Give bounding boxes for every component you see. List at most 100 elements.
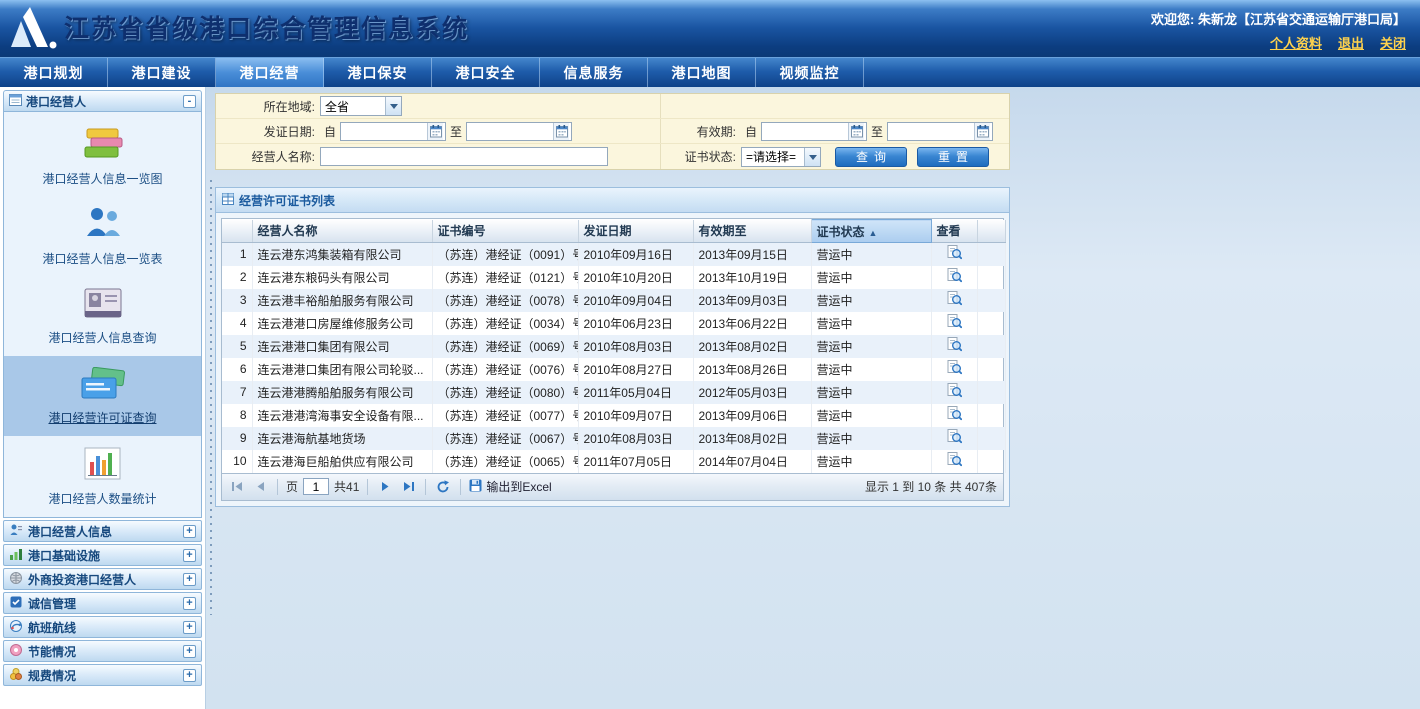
sidebar-splitter[interactable]	[206, 87, 215, 709]
cell-issue-date: 2010年08月03日	[578, 427, 693, 450]
cell-cert-no: （苏连）港经证（0067）号	[432, 427, 578, 450]
view-icon[interactable]	[947, 245, 962, 263]
cert-status-select[interactable]: =请选择=	[741, 147, 821, 167]
header-link[interactable]: 个人资料	[1270, 33, 1322, 52]
search-form: 所在地域: 全省 发证日期: 自	[215, 93, 1010, 170]
collapse-button[interactable]: -	[183, 95, 196, 108]
nav-tab[interactable]: 港口经营	[216, 58, 324, 87]
sidebar-item-license-query[interactable]: 港口经营许可证查询	[4, 356, 201, 436]
first-page-icon[interactable]	[228, 478, 246, 496]
expand-button[interactable]: +	[183, 525, 196, 538]
table-row[interactable]: 10 连云港海巨船舶供应有限公司 （苏连）港经证（0065）号 2011年07月…	[222, 450, 1005, 473]
cell-cert-no: （苏连）港经证（0076）号	[432, 358, 578, 381]
calendar-icon[interactable]	[974, 123, 990, 140]
table-row[interactable]: 3 连云港丰裕船舶服务有限公司 （苏连）港经证（0078）号 2010年09月0…	[222, 289, 1005, 312]
cell-valid-until: 2013年10月19日	[693, 266, 811, 289]
view-icon[interactable]	[947, 314, 962, 332]
operator-name-input[interactable]	[320, 147, 608, 166]
next-page-icon[interactable]	[376, 478, 394, 496]
expand-button[interactable]: +	[183, 549, 196, 562]
col-header-filler	[977, 220, 1005, 243]
calendar-icon[interactable]	[553, 123, 569, 140]
sidebar-item-operator-info-query[interactable]: 港口经营人信息查询	[4, 276, 201, 356]
col-header-issue-date[interactable]: 发证日期	[578, 220, 693, 243]
content-area: 港口经营人 - 港口经营人信息一览图	[0, 87, 1420, 709]
table-row[interactable]: 4 连云港港口房屋维修服务公司 （苏连）港经证（0034）号 2010年06月2…	[222, 312, 1005, 335]
view-icon[interactable]	[947, 360, 962, 378]
view-icon[interactable]	[947, 429, 962, 447]
view-icon[interactable]	[947, 268, 962, 286]
table-row[interactable]: 6 连云港港口集团有限公司轮驳... （苏连）港经证（0076）号 2010年0…	[222, 358, 1005, 381]
view-icon[interactable]	[947, 291, 962, 309]
last-page-icon[interactable]	[399, 478, 417, 496]
nav-tab[interactable]: 信息服务	[540, 58, 648, 87]
col-header-num[interactable]	[222, 220, 252, 243]
expand-button[interactable]: +	[183, 645, 196, 658]
table-row[interactable]: 7 连云港港腾船舶服务有限公司 （苏连）港经证（0080）号 2011年05月0…	[222, 381, 1005, 404]
header-link[interactable]: 关闭	[1380, 33, 1406, 52]
nav-tab[interactable]: 港口建设	[108, 58, 216, 87]
sidebar-panel-header-port-operator[interactable]: 港口经营人 -	[3, 90, 202, 112]
view-icon[interactable]	[947, 337, 962, 355]
cell-operator-name: 连云港港口集团有限公司轮驳...	[252, 358, 432, 381]
nav-tab[interactable]: 港口规划	[0, 58, 108, 87]
table-row[interactable]: 1 连云港东鸿集装箱有限公司 （苏连）港经证（0091）号 2010年09月16…	[222, 243, 1005, 266]
export-excel-button[interactable]: 输出到Excel	[469, 478, 551, 495]
sidebar-panel-foreign-investment[interactable]: 外商投资港口经营人 +	[3, 568, 202, 590]
prev-page-icon[interactable]	[251, 478, 269, 496]
cell-status: 营运中	[811, 335, 931, 358]
cell-status: 营运中	[811, 266, 931, 289]
nav-tab[interactable]: 港口地图	[648, 58, 756, 87]
col-header-view[interactable]: 查看	[931, 220, 977, 243]
calendar-icon[interactable]	[427, 123, 443, 140]
col-header-valid-until[interactable]: 有效期至	[693, 220, 811, 243]
validity-from-input[interactable]	[762, 123, 848, 140]
issue-date-from-input[interactable]	[341, 123, 427, 140]
cell-issue-date: 2010年09月04日	[578, 289, 693, 312]
sidebar-panel-energy-saving[interactable]: 节能情况 +	[3, 640, 202, 662]
issue-date-to-input[interactable]	[467, 123, 553, 140]
sidebar-panel-integrity[interactable]: 诚信管理 +	[3, 592, 202, 614]
app-logo-icon	[8, 5, 58, 54]
nav-tab[interactable]: 视频监控	[756, 58, 864, 87]
col-header-cert-status[interactable]: 证书状态▲	[811, 220, 931, 243]
table-row[interactable]: 5 连云港港口集团有限公司 （苏连）港经证（0069）号 2010年08月03日…	[222, 335, 1005, 358]
view-icon[interactable]	[947, 452, 962, 470]
sidebar-panel-fees[interactable]: 规费情况 +	[3, 664, 202, 686]
expand-button[interactable]: +	[183, 621, 196, 634]
table-row[interactable]: 9 连云港海航基地货场 （苏连）港经证（0067）号 2010年08月03日 2…	[222, 427, 1005, 450]
reset-button[interactable]: 重置	[917, 147, 989, 167]
header-link[interactable]: 退出	[1338, 33, 1364, 52]
validity-label: 有效期:	[661, 123, 741, 140]
refresh-icon[interactable]	[434, 478, 452, 496]
sidebar-panel-infrastructure[interactable]: 港口基础设施 +	[3, 544, 202, 566]
license-grid: 经营人名称 证书编号 发证日期 有效期至 证书状态▲ 查看	[221, 218, 1004, 501]
expand-button[interactable]: +	[183, 597, 196, 610]
expand-button[interactable]: +	[183, 573, 196, 586]
nav-tab[interactable]: 港口安全	[432, 58, 540, 87]
sidebar-item-operator-overview-chart[interactable]: 港口经营人信息一览图	[4, 116, 201, 196]
sidebar-item-operator-overview-table[interactable]: 港口经营人信息一览表	[4, 196, 201, 276]
view-icon[interactable]	[947, 383, 962, 401]
person-info-icon	[9, 523, 23, 540]
col-header-operator-name[interactable]: 经营人名称	[252, 220, 432, 243]
page-number-input[interactable]	[303, 478, 329, 495]
globe-icon	[9, 571, 23, 588]
sidebar-item-operator-statistics[interactable]: 港口经营人数量统计	[4, 436, 201, 516]
cell-status: 营运中	[811, 312, 931, 335]
calendar-icon[interactable]	[848, 123, 864, 140]
validity-to-input[interactable]	[888, 123, 974, 140]
page: 江苏省省级港口综合管理信息系统 欢迎您: 朱新龙【江苏省交通运输厅港口局】 个人…	[0, 0, 1420, 709]
cell-operator-name: 连云港港腾船舶服务有限公司	[252, 381, 432, 404]
search-button[interactable]: 查询	[835, 147, 907, 167]
view-icon[interactable]	[947, 406, 962, 424]
sidebar-panel-routes[interactable]: 航班航线 +	[3, 616, 202, 638]
nav-tab[interactable]: 港口保安	[324, 58, 432, 87]
expand-button[interactable]: +	[183, 669, 196, 682]
region-select[interactable]: 全省	[320, 96, 402, 116]
table-row[interactable]: 2 连云港东粮码头有限公司 （苏连）港经证（0121）号 2010年10月20日…	[222, 266, 1005, 289]
col-header-cert-no[interactable]: 证书编号	[432, 220, 578, 243]
table-row[interactable]: 8 连云港港湾海事安全设备有限... （苏连）港经证（0077）号 2010年0…	[222, 404, 1005, 427]
sidebar-panel-operator-info[interactable]: 港口经营人信息 +	[3, 520, 202, 542]
sidebar-panel-body: 港口经营人信息一览图 港口经营人信息一览表	[3, 112, 202, 518]
